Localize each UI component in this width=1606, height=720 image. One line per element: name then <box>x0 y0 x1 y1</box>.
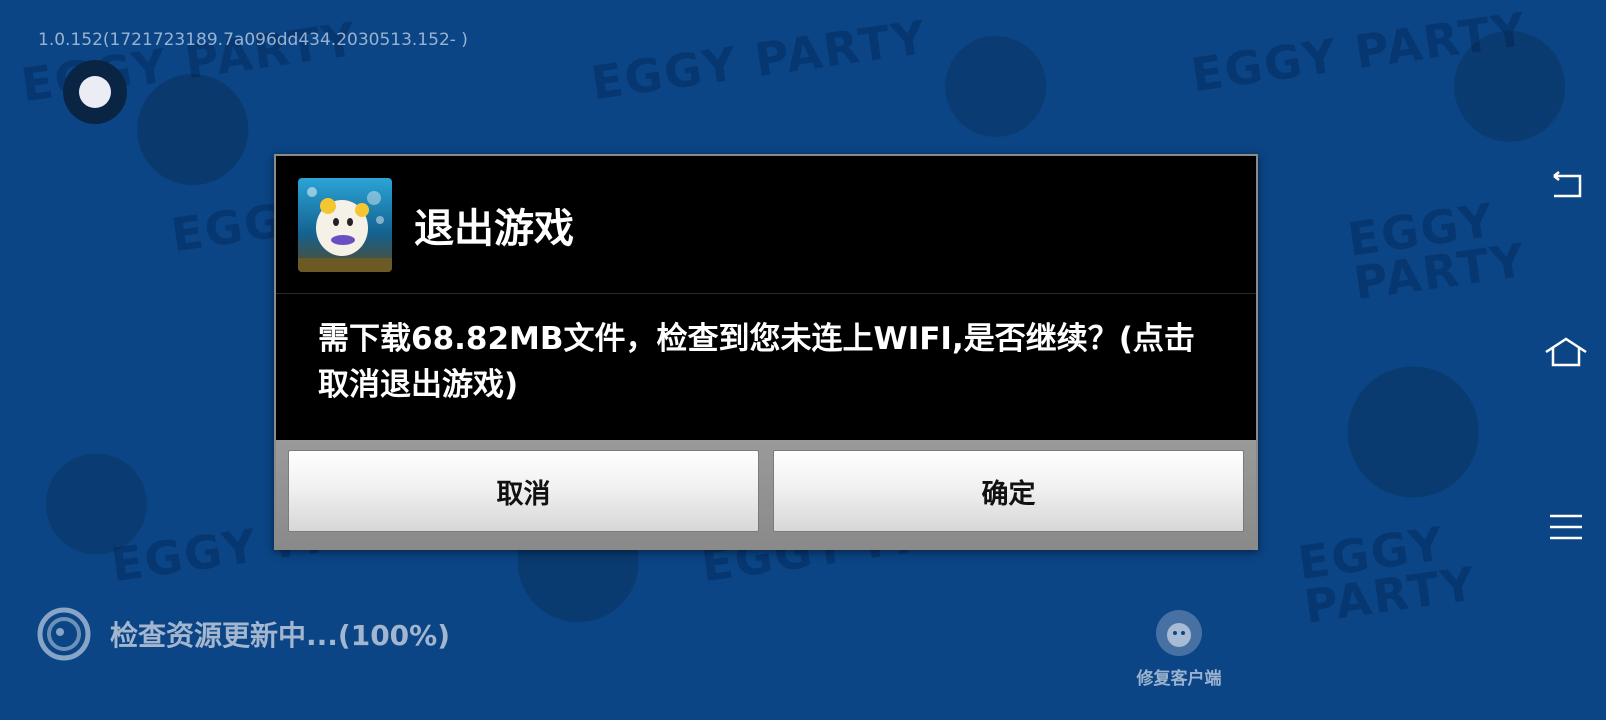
menu-button[interactable] <box>1544 505 1588 549</box>
exit-game-dialog: 退出游戏 需下载68.82MB文件，检查到您未连上WIFI,是否继续？(点击取消… <box>274 154 1258 550</box>
cancel-button[interactable]: 取消 <box>288 450 759 532</box>
loading-ring-icon <box>37 607 91 661</box>
eggy-party-app-icon <box>298 177 392 272</box>
dialog-button-bar: 取消 确定 <box>276 440 1256 548</box>
repair-client-button[interactable]: 修复客户端 <box>1124 608 1234 689</box>
dialog-title: 退出游戏 <box>414 205 574 252</box>
update-status-text: 检查资源更新中...(100%) <box>110 619 451 652</box>
update-status: 检查资源更新中...(100%) <box>36 606 450 662</box>
repair-mascot-icon <box>1156 610 1202 656</box>
home-icon <box>1545 337 1587 367</box>
floating-assist-ball[interactable] <box>63 60 127 124</box>
dialog-header: 退出游戏 <box>276 156 1256 294</box>
menu-icon <box>1550 514 1582 540</box>
version-label: 1.0.152(1721723189.7a096dd434.2030513.15… <box>38 30 468 50</box>
repair-client-label: 修复客户端 <box>1136 669 1222 689</box>
back-icon <box>1553 171 1582 198</box>
home-button[interactable] <box>1544 330 1588 374</box>
confirm-button[interactable]: 确定 <box>773 450 1244 532</box>
back-button[interactable] <box>1544 163 1588 207</box>
dialog-message: 需下载68.82MB文件，检查到您未连上WIFI,是否继续？(点击取消退出游戏) <box>318 321 1195 403</box>
floating-ball-dot-icon <box>79 76 111 108</box>
